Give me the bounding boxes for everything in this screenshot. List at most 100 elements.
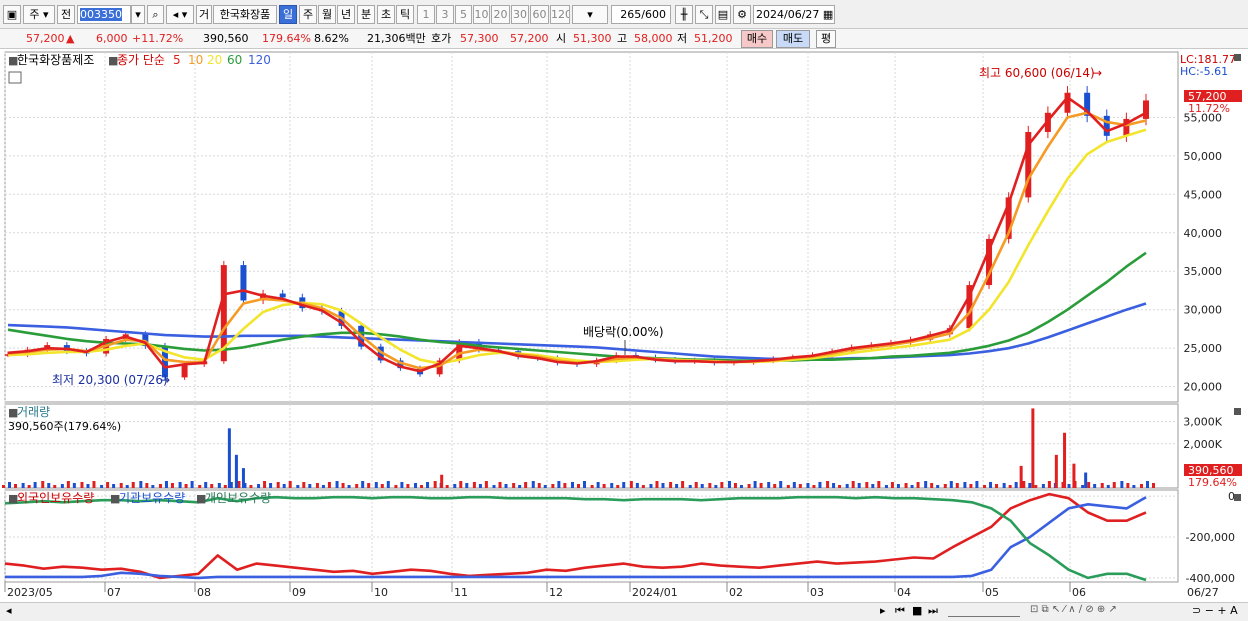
x-tick-label: 2024/01 [632,586,678,599]
tick-button-6[interactable]: 60 [530,5,549,24]
evaluation-button[interactable]: 평 [816,30,836,48]
panel-close-icon[interactable] [1234,408,1241,415]
x-tick-label: 10 [374,586,388,599]
code-input[interactable]: 003350 [77,5,131,24]
search-icon[interactable]: ⌕ [147,5,164,24]
tick-button-4[interactable]: 20 [491,5,510,24]
candle-body [1143,100,1149,119]
volume-bar [459,481,463,488]
panel-close-icon[interactable] [1234,494,1241,501]
volume-bar [217,483,221,488]
volume-bar [1093,484,1097,488]
volume-bar [335,481,339,488]
volume-bar [943,484,947,488]
gear-icon[interactable]: ⚙ [733,5,751,24]
volume-bar [2,485,5,488]
name-button[interactable]: 거 [196,5,212,24]
last-icon[interactable]: ⏭ [928,604,938,618]
stock-chart[interactable]: 2023/05 07 08 09 10 11 12 2024/01 02 03 04 05 06 06/2… [0,50,1248,602]
zoom-controls-icon[interactable]: ⊃ − + A [1192,604,1238,617]
market-select[interactable]: 주 ▾ [23,5,55,24]
candle-body [240,265,247,301]
volume-bar [884,485,888,488]
volume-bar [518,485,522,488]
volume-bar [198,485,202,488]
sound-icon[interactable]: ◂ ▾ [166,5,194,24]
price-change-pct: +11.72% [132,32,184,45]
period-tab-1[interactable]: 주 [299,5,317,24]
chart-tool-icon[interactable]: ⤡ [695,5,713,24]
volume-bar [838,485,842,488]
panel-close-icon[interactable] [1234,54,1241,61]
volume-bar [341,483,345,488]
range-select[interactable]: ▾ [572,5,608,24]
volume-tick-label: 3,000K [1183,416,1222,429]
stop-icon[interactable]: ■ [912,604,922,617]
count-field[interactable]: 265/600 [611,5,671,24]
scroll-right-icon[interactable]: ▸ [880,604,886,617]
volume-bar [916,482,920,488]
period-tab-0[interactable]: 일 [279,5,297,24]
period-tab-4[interactable]: 분 [357,5,375,24]
date-field[interactable]: 2024/06/27 ▦ [753,5,835,24]
volume-bar [170,483,174,488]
volume-bar [563,483,567,488]
candle-icon[interactable]: ╫ [675,5,693,24]
mode-button[interactable]: 전 [57,5,75,24]
scroll-left-icon[interactable]: ◂ [6,604,12,617]
volume-current-pct: 179.64% [1188,476,1237,489]
volume-bar [321,485,325,488]
low-price: 51,200 [694,32,733,45]
high-label: 고 [617,32,628,45]
tick-button-2[interactable]: 5 [455,5,472,24]
volume-bar [92,481,96,488]
first-icon[interactable]: ⏮ [895,604,905,618]
table-icon[interactable] [8,71,22,84]
x-tick-label: 06 [1072,586,1086,599]
volume-bar [675,484,679,488]
period-tab-3[interactable]: 년 [337,5,355,24]
buy-button[interactable]: 매수 [741,30,773,48]
volume-bar [818,482,822,488]
candle-body [1103,115,1110,136]
tick-button-3[interactable]: 10 [473,5,490,24]
volume-bar [1140,484,1143,488]
volume-bar [1120,481,1124,488]
volume-bar [924,481,928,488]
volume-bar [995,484,999,488]
tick-button-5[interactable]: 30 [511,5,529,24]
volume-bar [845,484,849,488]
volume-bar [871,484,875,488]
holdings-legend-label: 개인보유수량 [205,491,271,505]
tick-button-0[interactable]: 1 [417,5,435,24]
holdings-tick-label: -400,000 [1186,572,1235,585]
code-value: 003350 [80,8,122,21]
save-icon[interactable]: ▤ [715,5,731,24]
volume-bar [210,484,214,488]
period-tab-6[interactable]: 틱 [396,5,414,24]
volume-bar [949,481,953,488]
volume-bar [119,483,123,488]
volume-bar [865,482,869,488]
period-tab-5[interactable]: 초 [377,5,395,24]
volume-bar [1008,485,1012,488]
code-dropdown-icon[interactable]: ▾ [131,5,145,24]
volume-bar [832,483,836,488]
menu-icon[interactable]: ▣ [3,5,21,24]
volume-bar [433,481,437,488]
sell-button[interactable]: 매도 [776,30,810,48]
x-tick-label: 09 [292,586,306,599]
drawing-tools-icon[interactable]: ⊡ ⧉ ↖ ⁄ ∧ ∕ ⊘ ⊕ ↗ [1030,604,1117,615]
volume-subtitle: 390,560주(179.64%) [8,420,121,433]
y-tick-label: 30,000 [1184,304,1223,317]
volume-bar [635,483,639,488]
volume-bar [798,484,802,488]
tick-button-7[interactable]: 120 [550,5,570,24]
zoom-slider[interactable] [948,607,1020,617]
volume-bar [8,482,11,488]
volume-bar [426,482,430,488]
tick-button-1[interactable]: 3 [436,5,454,24]
volume-bar [983,485,987,488]
period-tab-2[interactable]: 월 [318,5,336,24]
volume-bar [1087,482,1091,488]
